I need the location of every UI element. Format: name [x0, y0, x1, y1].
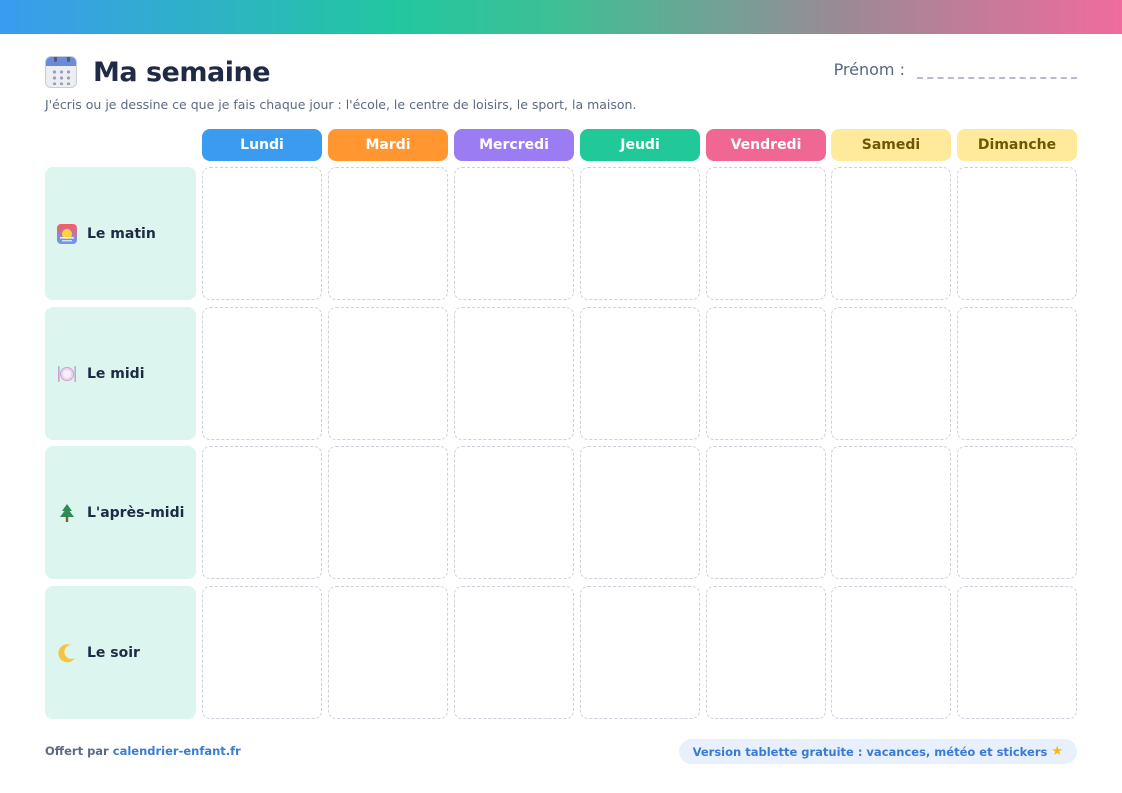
grid-cell-vendredi-4[interactable] [706, 586, 826, 719]
grid-cell-mercredi-2[interactable] [454, 307, 574, 440]
footer-promo-text: Version tablette gratuite : vacances, mé… [692, 744, 1048, 759]
day-header-jeudi: Jeudi [580, 129, 700, 161]
top-gradient-bar [0, 0, 1122, 34]
calendar-icon [45, 56, 77, 88]
grid-cell-dimanche-1[interactable] [957, 167, 1077, 300]
row-label-text: Le soir [87, 644, 140, 661]
footer-site-link[interactable]: calendrier-enfant.fr [113, 744, 241, 758]
tree-icon [56, 502, 78, 524]
grid-cell-dimanche-3[interactable] [957, 446, 1077, 579]
grid-cell-samedi-3[interactable] [831, 446, 951, 579]
grid-cell-jeudi-4[interactable] [580, 586, 700, 719]
grid-cell-mercredi-3[interactable] [454, 446, 574, 579]
grid-cell-dimanche-2[interactable] [957, 307, 1077, 440]
star-icon: ★ [1051, 744, 1063, 759]
plate-icon [56, 363, 78, 385]
row-label-3: L'après-midi [45, 446, 196, 579]
sunrise-icon [56, 223, 78, 245]
page-subtitle: J'écris ou je dessine ce que je fais cha… [45, 97, 637, 112]
prenom-field: Prénom : [834, 60, 1077, 79]
grid-cell-mardi-2[interactable] [328, 307, 448, 440]
moon-icon [56, 642, 78, 664]
day-header-dimanche: Dimanche [957, 129, 1077, 161]
grid-cell-mardi-1[interactable] [328, 167, 448, 300]
grid-cell-mardi-3[interactable] [328, 446, 448, 579]
grid-cell-vendredi-2[interactable] [706, 307, 826, 440]
day-header-samedi: Samedi [831, 129, 951, 161]
grid-cell-mercredi-4[interactable] [454, 586, 574, 719]
page-title: Ma semaine [93, 56, 271, 88]
header: Ma semaine Prénom : [45, 52, 1077, 92]
day-header-mercredi: Mercredi [454, 129, 574, 161]
day-header-vendredi: Vendredi [706, 129, 826, 161]
footer-credit-prefix: Offert par [45, 744, 109, 758]
grid-cell-mercredi-1[interactable] [454, 167, 574, 300]
row-label-4: Le soir [45, 586, 196, 719]
grid-cell-samedi-1[interactable] [831, 167, 951, 300]
row-label-1: Le matin [45, 167, 196, 300]
grid-cell-jeudi-3[interactable] [580, 446, 700, 579]
grid-cell-lundi-3[interactable] [202, 446, 322, 579]
prenom-write-line [917, 65, 1077, 79]
grid-cell-samedi-4[interactable] [831, 586, 951, 719]
row-label-text: Le midi [87, 365, 145, 382]
grid-cell-samedi-2[interactable] [831, 307, 951, 440]
grid-cell-vendredi-1[interactable] [706, 167, 826, 300]
day-header-lundi: Lundi [202, 129, 322, 161]
grid-cell-jeudi-2[interactable] [580, 307, 700, 440]
grid-cell-jeudi-1[interactable] [580, 167, 700, 300]
grid-cell-dimanche-4[interactable] [957, 586, 1077, 719]
row-label-text: Le matin [87, 225, 156, 242]
prenom-label: Prénom : [833, 60, 905, 79]
grid-cell-lundi-1[interactable] [202, 167, 322, 300]
grid-cell-lundi-4[interactable] [202, 586, 322, 719]
grid-cell-lundi-2[interactable] [202, 307, 322, 440]
grid-cell-mardi-4[interactable] [328, 586, 448, 719]
footer-credit: Offert par calendrier-enfant.fr [45, 744, 241, 758]
row-label-2: Le midi [45, 307, 196, 440]
row-label-text: L'après-midi [87, 504, 185, 521]
title-wrap: Ma semaine [45, 52, 271, 92]
day-header-mardi: Mardi [328, 129, 448, 161]
footer-promo-badge[interactable]: Version tablette gratuite : vacances, mé… [678, 739, 1077, 764]
grid-cell-vendredi-3[interactable] [706, 446, 826, 579]
